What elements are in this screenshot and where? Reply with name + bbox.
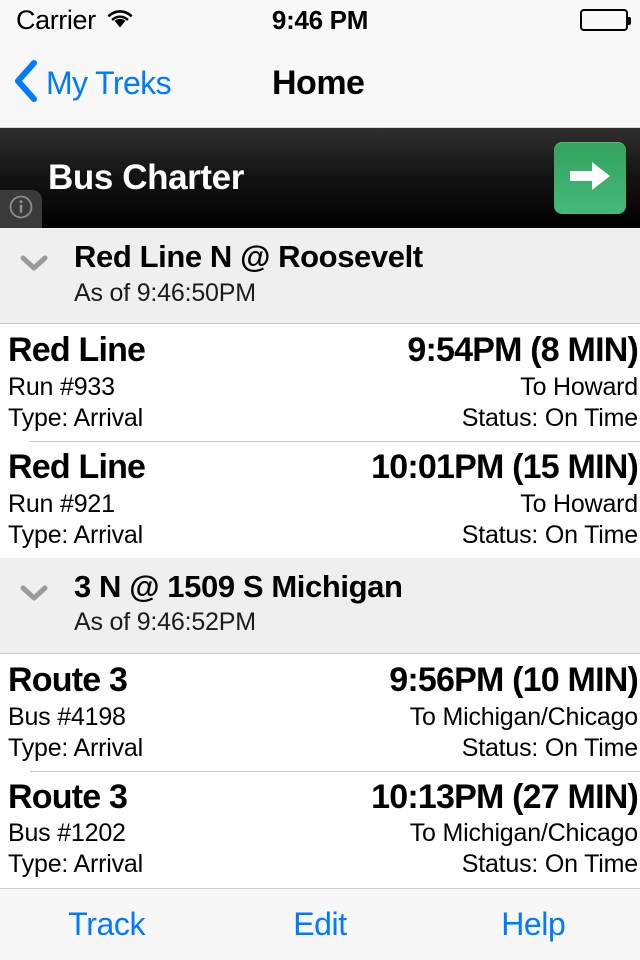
arrival-status: Status: On Time xyxy=(461,733,638,762)
arrival-route: Route 3 xyxy=(8,660,128,699)
chevron-down-icon[interactable] xyxy=(20,584,48,607)
back-button[interactable]: My Treks xyxy=(14,60,172,107)
section-header[interactable]: Red Line N @ Roosevelt As of 9:46:50PM xyxy=(0,228,640,325)
battery-icon xyxy=(580,9,631,31)
arrival-vehicle: Run #933 xyxy=(8,372,115,401)
page-title: Home xyxy=(272,64,365,102)
section-header[interactable]: 3 N @ 1509 S Michigan As of 9:46:52PM xyxy=(0,557,640,654)
status-bar: Carrier 9:46 PM xyxy=(0,0,640,40)
ad-title: Bus Charter xyxy=(48,158,244,197)
table-row[interactable]: Route 3 10:13PM (27 MIN) Bus #1202 To Mi… xyxy=(0,770,640,888)
table-row[interactable]: Red Line 9:54PM (8 MIN) Run #933 To Howa… xyxy=(0,324,640,441)
arrival-primary-line: Route 3 10:13PM (27 MIN) xyxy=(8,777,639,818)
back-button-label: My Treks xyxy=(46,65,172,101)
section-title: 3 N @ 1509 S Michigan xyxy=(74,568,403,604)
section-subtitle: As of 9:46:52PM xyxy=(74,608,256,637)
bottom-toolbar: Track Edit Help xyxy=(0,888,640,960)
arrival-vehicle: Bus #4198 xyxy=(8,702,126,731)
track-button[interactable]: Track xyxy=(0,906,213,943)
chevron-left-icon xyxy=(14,60,38,107)
battery-nub xyxy=(628,17,631,25)
arrival-eta: 9:56PM (10 MIN) xyxy=(389,660,639,699)
navigation-bar: My Treks Home xyxy=(0,40,640,128)
arrival-status-line: Type: Arrival Status: On Time xyxy=(8,520,638,550)
arrival-vehicle: Run #921 xyxy=(8,489,115,518)
info-circle-icon xyxy=(8,194,34,225)
ad-info-button[interactable] xyxy=(0,190,42,228)
table-row[interactable]: Route 3 9:56PM (10 MIN) Bus #4198 To Mic… xyxy=(0,653,640,771)
arrival-route: Red Line xyxy=(8,447,146,486)
arrival-vehicle: Bus #1202 xyxy=(8,819,126,848)
app-screen: Carrier 9:46 PM My Treks Home Bus Charte… xyxy=(0,0,640,960)
status-bar-right xyxy=(580,9,631,31)
arrival-destination: To Michigan/Chicago xyxy=(409,702,638,731)
table-row[interactable]: Red Line 10:01PM (15 MIN) Run #921 To Ho… xyxy=(0,440,640,558)
arrival-status: Status: On Time xyxy=(461,850,638,879)
arrival-vehicle-line: Run #933 To Howard xyxy=(8,372,638,402)
arrival-vehicle-line: Run #921 To Howard xyxy=(8,489,638,519)
arrival-vehicle-line: Bus #1202 To Michigan/Chicago xyxy=(8,818,638,848)
arrival-eta: 10:13PM (27 MIN) xyxy=(371,777,639,816)
arrival-destination: To Michigan/Chicago xyxy=(409,819,638,848)
ad-cta-button[interactable] xyxy=(554,142,626,214)
arrival-type: Type: Arrival xyxy=(8,403,143,432)
arrival-status-line: Type: Arrival Status: On Time xyxy=(8,403,638,433)
arrival-destination: To Howard xyxy=(520,372,638,401)
arrival-status: Status: On Time xyxy=(461,403,638,432)
arrival-type: Type: Arrival xyxy=(8,520,143,549)
section-title: Red Line N @ Roosevelt xyxy=(74,239,423,274)
arrival-destination: To Howard xyxy=(520,489,638,518)
edit-button[interactable]: Edit xyxy=(213,906,426,943)
help-button[interactable]: Help xyxy=(427,906,640,943)
section-subtitle: As of 9:46:50PM xyxy=(74,278,256,307)
arrow-right-icon xyxy=(568,159,612,198)
arrival-route: Route 3 xyxy=(8,777,128,816)
arrival-primary-line: Red Line 9:54PM (8 MIN) xyxy=(8,330,639,371)
arrival-primary-line: Route 3 9:56PM (10 MIN) xyxy=(8,660,639,701)
status-bar-clock: 9:46 PM xyxy=(271,4,369,35)
arrival-status-line: Type: Arrival Status: On Time xyxy=(8,849,638,879)
chevron-down-icon[interactable] xyxy=(20,254,48,277)
arrival-vehicle-line: Bus #4198 To Michigan/Chicago xyxy=(8,702,638,732)
arrival-primary-line: Red Line 10:01PM (15 MIN) xyxy=(8,447,639,488)
arrival-type: Type: Arrival xyxy=(8,733,143,762)
arrival-eta: 10:01PM (15 MIN) xyxy=(371,447,639,486)
arrival-status-line: Type: Arrival Status: On Time xyxy=(8,733,638,763)
ad-banner[interactable]: Bus Charter xyxy=(0,128,640,228)
arrival-route: Red Line xyxy=(8,331,146,370)
arrival-type: Type: Arrival xyxy=(8,850,143,879)
arrival-eta: 9:54PM (8 MIN) xyxy=(407,331,638,370)
arrival-status: Status: On Time xyxy=(461,520,638,549)
arrivals-list[interactable]: Red Line N @ Roosevelt As of 9:46:50PM R… xyxy=(0,228,640,888)
